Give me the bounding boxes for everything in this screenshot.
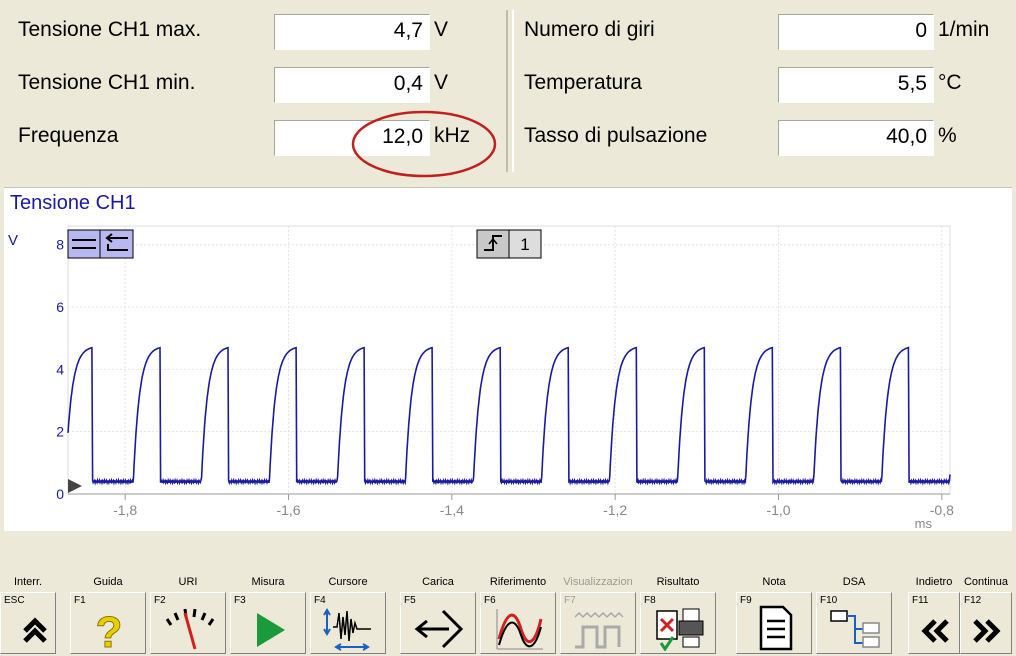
button-face[interactable]: F12 bbox=[960, 592, 1012, 654]
y-tick-label: 0 bbox=[56, 486, 64, 502]
trigger-icon[interactable]: 1 bbox=[476, 229, 542, 259]
x-tick-label: -1,8 bbox=[113, 502, 137, 518]
result-print-icon bbox=[656, 608, 704, 651]
button-face[interactable]: F10 bbox=[816, 592, 892, 654]
button-caption: Visualizzazion bbox=[563, 576, 633, 588]
y-tick-label: 6 bbox=[56, 299, 64, 315]
function-key-bar: Interr. ESC Guida F1 ? URI F2 Misura F3 … bbox=[0, 560, 1016, 656]
button-face[interactable]: F9 bbox=[736, 592, 812, 654]
x-tick-label: -1,6 bbox=[276, 502, 300, 518]
measurement-label: Tasso di pulsazione bbox=[524, 124, 708, 147]
oscilloscope-chart: Tensione CH1 V 86420 -1,8 -1,6 -1,4 -1,2 -1,… bbox=[4, 187, 1012, 531]
button-face[interactable]: F5 bbox=[400, 592, 476, 654]
y-axis-unit: V bbox=[8, 232, 18, 249]
button-caption: Indietro bbox=[915, 576, 953, 588]
button-caption: Cursore bbox=[328, 576, 368, 588]
y-axis-ticks: 8 6 4 2 0 bbox=[56, 237, 64, 502]
button-caption: Guida bbox=[93, 576, 123, 588]
measurement-value: 0,4 bbox=[274, 67, 430, 103]
double-up-arrow-icon bbox=[23, 617, 47, 643]
button-caption: Carica bbox=[422, 576, 454, 588]
cursor-waveform-icon bbox=[323, 608, 371, 651]
question-mark-icon: ? bbox=[95, 608, 123, 652]
button-caption: DSA bbox=[842, 576, 866, 588]
trigger-channel: 1 bbox=[520, 235, 529, 254]
zero-marker-icon bbox=[68, 479, 82, 493]
measurement-unit: V bbox=[434, 18, 449, 41]
button-face[interactable]: F7 bbox=[560, 592, 636, 654]
measurement-row: Numero di giri 0 1/min bbox=[514, 10, 1012, 50]
button-face[interactable]: F2 bbox=[150, 592, 226, 654]
button-face[interactable]: ESC bbox=[0, 592, 56, 654]
dsa-tree-icon bbox=[830, 610, 880, 648]
measurement-row: Temperatura 5,5 °C bbox=[514, 63, 1012, 103]
button-caption: Misura bbox=[251, 576, 285, 588]
measurement-unit: °C bbox=[938, 71, 962, 94]
button-caption: URI bbox=[178, 576, 198, 588]
button-caption: Continua bbox=[963, 576, 1009, 588]
double-left-arrow-icon bbox=[921, 619, 949, 643]
measurement-label: Numero di giri bbox=[524, 18, 655, 41]
y-tick-label: 2 bbox=[56, 424, 64, 440]
button-caption: Interr. bbox=[13, 576, 43, 588]
measurement-value: 0 bbox=[778, 14, 934, 50]
button-caption: Riferimento bbox=[489, 576, 547, 588]
button-caption: Nota bbox=[762, 576, 786, 588]
svg-text:?: ? bbox=[96, 608, 123, 651]
display-mode-icon[interactable] bbox=[67, 229, 134, 259]
measurement-value: 5,5 bbox=[778, 67, 934, 103]
y-tick-label: 8 bbox=[56, 237, 64, 253]
measurement-unit: V bbox=[434, 71, 449, 94]
chart-plot: V 8 6 4 2 0 -1,8 -1,6 -1,4 -1,2 -1,0 -0,8 ms 1 bbox=[8, 225, 954, 531]
y-tick-label: 4 bbox=[56, 361, 64, 377]
measurement-label: Frequenza bbox=[18, 124, 119, 147]
x-tick-label: -1,2 bbox=[603, 502, 627, 518]
reference-curve-icon bbox=[496, 609, 543, 650]
measurement-panel-left: Tensione CH1 max. 4,7 V Tensione CH1 min… bbox=[4, 10, 508, 178]
button-face[interactable]: F3 bbox=[230, 592, 306, 654]
measurement-label: Tensione CH1 max. bbox=[18, 18, 202, 41]
button-face[interactable]: F1 ? bbox=[70, 592, 146, 654]
measurement-unit: 1/min bbox=[938, 18, 990, 41]
x-tick-label: -1,4 bbox=[440, 502, 464, 518]
x-tick-label: -1,0 bbox=[766, 502, 790, 518]
x-axis-unit: ms bbox=[915, 516, 933, 531]
x-axis-ticks: -1,8 -1,6 -1,4 -1,2 -1,0 -0,8 bbox=[113, 502, 954, 518]
plot-frame bbox=[67, 225, 951, 495]
measurement-value: 40,0 bbox=[778, 120, 934, 156]
play-icon bbox=[257, 613, 285, 647]
x-tick-label: -0,8 bbox=[930, 502, 954, 518]
load-arrow-icon bbox=[414, 609, 464, 649]
waveform-trace bbox=[67, 346, 951, 486]
button-face[interactable]: F4 bbox=[310, 592, 386, 654]
measurement-value: 4,7 bbox=[274, 14, 430, 50]
button-caption: Risultato bbox=[656, 576, 700, 588]
button-face[interactable]: F6 bbox=[480, 592, 556, 654]
highlight-ellipse bbox=[351, 110, 497, 178]
measurement-row: Tensione CH1 max. 4,7 V bbox=[4, 10, 506, 50]
note-document-icon bbox=[759, 605, 793, 651]
button-face[interactable]: F11 bbox=[908, 592, 960, 654]
gauge-icon bbox=[165, 608, 215, 650]
chart-grid bbox=[67, 225, 951, 500]
double-right-arrow-icon bbox=[973, 619, 1001, 643]
measurement-panel-right: Numero di giri 0 1/min Temperatura 5,5 °… bbox=[512, 10, 1012, 172]
measurement-unit: % bbox=[938, 124, 957, 147]
square-wave-icon bbox=[574, 611, 624, 649]
button-face[interactable]: F8 bbox=[640, 592, 716, 654]
measurement-label: Temperatura bbox=[524, 71, 642, 94]
measurement-row: Tasso di pulsazione 40,0 % bbox=[514, 116, 1012, 156]
measurement-row: Tensione CH1 min. 0,4 V bbox=[4, 63, 506, 103]
measurement-label: Tensione CH1 min. bbox=[18, 71, 196, 94]
